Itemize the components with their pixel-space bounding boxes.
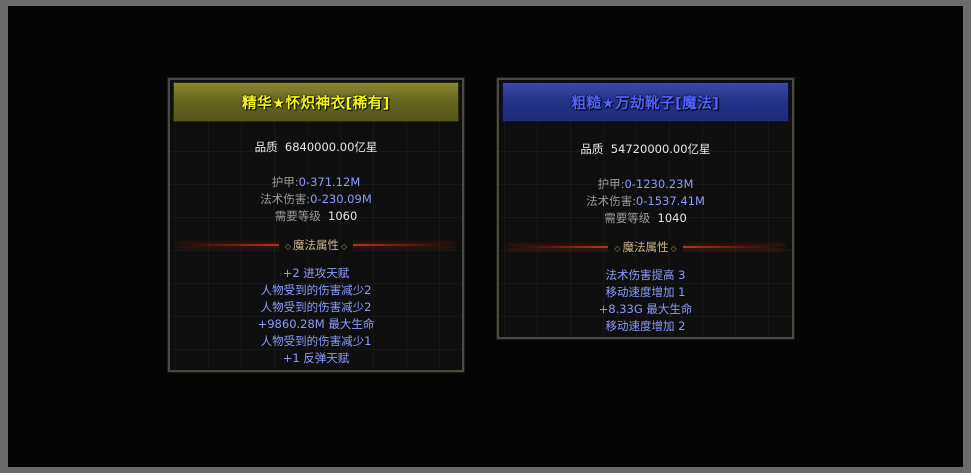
attribute-line: 人物受到的伤害减少2 <box>260 300 372 314</box>
level-value: 1040 <box>657 211 687 225</box>
item-name: 精华★怀炽神衣[稀有] <box>242 95 390 112</box>
quality-value: 6840000.00亿星 <box>284 140 378 154</box>
armor-label: 护甲: <box>597 177 625 191</box>
quality-label: 品质 <box>580 142 604 156</box>
section-title: 魔法属性 <box>278 237 354 253</box>
attribute-line: +9860.28M 最大生命 <box>257 317 375 331</box>
section-divider: 魔法属性 <box>499 239 792 255</box>
attribute-line: 法术伤害提高 3 <box>605 268 686 282</box>
armor-row: 护甲:0-371.12M <box>170 175 462 190</box>
attribute-line: 人物受到的伤害减少2 <box>260 283 372 297</box>
attribute-line: +2 进攻天赋 <box>282 266 350 280</box>
section-divider: 魔法属性 <box>170 237 462 253</box>
quality-row: 品质 54720000.00亿星 <box>499 142 792 157</box>
game-window-frame <box>0 0 971 473</box>
item-title-bar: 精华★怀炽神衣[稀有] <box>173 82 459 122</box>
section-title: 魔法属性 <box>608 239 683 255</box>
quality-value: 54720000.00亿星 <box>610 142 711 156</box>
armor-value: 0-371.12M <box>298 175 361 189</box>
level-label: 需要等级 <box>604 211 651 225</box>
quality-row: 品质 6840000.00亿星 <box>170 140 462 155</box>
armor-label: 护甲: <box>271 175 299 189</box>
spell-damage-label: 法术伤害: <box>586 194 636 208</box>
attribute-line: 移动速度增加 2 <box>605 319 686 333</box>
attribute-line: +8.33G 最大生命 <box>598 302 693 316</box>
spell-damage-row: 法术伤害:0-230.09M <box>170 192 462 207</box>
spell-damage-value: 0-1537.41M <box>635 194 705 208</box>
quality-label: 品质 <box>254 140 278 154</box>
level-row: 需要等级 1040 <box>499 211 792 226</box>
attribute-line: 移动速度增加 1 <box>605 285 686 299</box>
item-name: 粗糙★万劫靴子[魔法] <box>571 95 720 112</box>
spell-damage-value: 0-230.09M <box>310 192 372 206</box>
item-tooltip-magic: 粗糙★万劫靴子[魔法] 品质 54720000.00亿星 护甲:0-1230.2… <box>496 77 795 340</box>
attribute-line: +1 反弹天赋 <box>282 351 350 365</box>
level-row: 需要等级 1060 <box>170 209 462 224</box>
level-label: 需要等级 <box>274 209 321 223</box>
item-title-bar: 粗糙★万劫靴子[魔法] <box>502 82 789 122</box>
armor-row: 护甲:0-1230.23M <box>499 177 792 192</box>
item-tooltip-rare: 精华★怀炽神衣[稀有] 品质 6840000.00亿星 护甲:0-371.12M… <box>167 77 465 373</box>
armor-value: 0-1230.23M <box>624 177 694 191</box>
attribute-line: 人物受到的伤害减少1 <box>260 334 372 348</box>
spell-damage-label: 法术伤害: <box>260 192 311 206</box>
spell-damage-row: 法术伤害:0-1537.41M <box>499 194 792 209</box>
level-value: 1060 <box>328 209 358 223</box>
